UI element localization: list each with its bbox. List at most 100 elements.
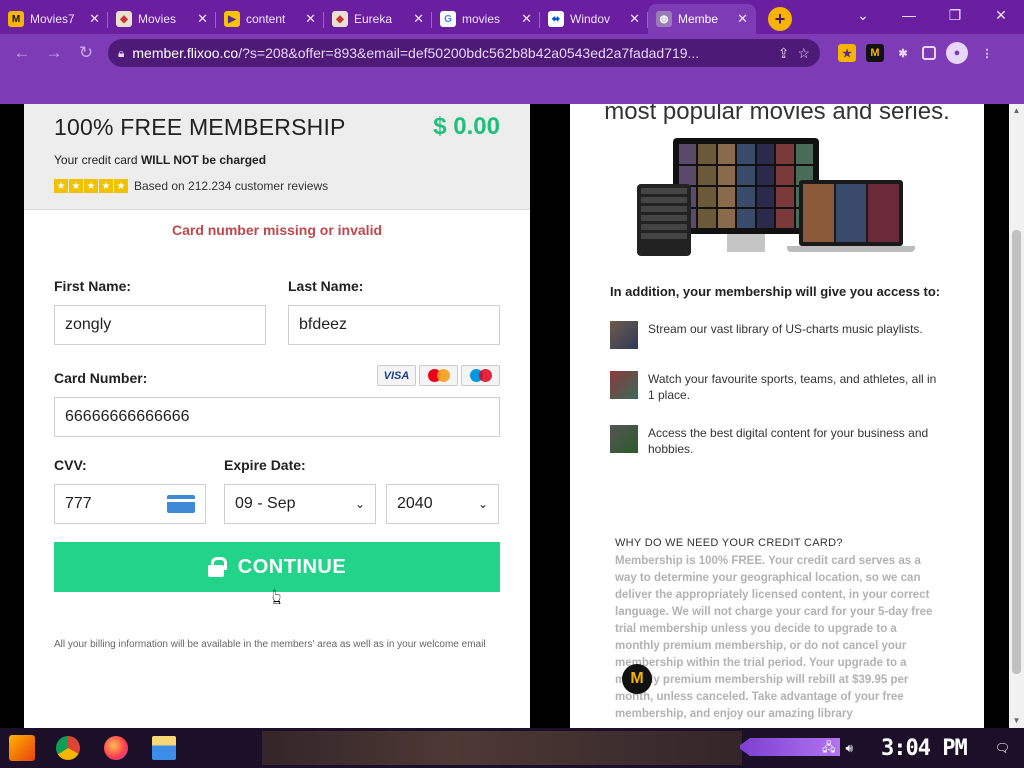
windows-taskbar: 🖧︎ 🔊︎ 3:04 PM 🗨︎ <box>0 728 1024 768</box>
browser-tab[interactable]: Gmovies ✕ <box>432 4 540 34</box>
feature-sports: Watch your favourite sports, teams, and … <box>610 371 944 403</box>
restore-icon[interactable]: ❐ <box>932 0 978 30</box>
tab-favicon-icon: ◆ <box>332 11 348 27</box>
close-window-icon[interactable]: ✕ <box>978 0 1024 30</box>
charge-notice-prefix: Your credit card <box>54 153 141 167</box>
url-path: /?s=208&offer=893&email=def50200bdc562b8… <box>238 45 700 61</box>
close-tab-icon[interactable]: ✕ <box>521 11 532 27</box>
offer-price: $ 0.00 <box>433 113 500 140</box>
close-tab-icon[interactable]: ✕ <box>89 11 100 27</box>
cvv-value: 777 <box>65 495 92 512</box>
feature-text: Watch your favourite sports, teams, and … <box>648 372 937 402</box>
browser-tab[interactable]: ▶ content ✕ <box>216 4 324 34</box>
bookmark-star-icon[interactable]: ☆ <box>797 45 810 62</box>
close-tab-icon[interactable]: ✕ <box>413 11 424 27</box>
lock-icon: 🔒︎ <box>118 45 125 60</box>
tab-title: Windov <box>570 12 611 26</box>
browser-tab[interactable]: ◍ Membe ✕ <box>648 4 756 34</box>
chevron-down-icon: ⌄ <box>477 497 488 511</box>
tab-favicon-icon: G <box>440 11 456 27</box>
forward-arrow-icon[interactable]: → <box>40 39 68 67</box>
address-bar[interactable]: 🔒︎ member.flixoo.co/?s=208&offer=893&ema… <box>108 39 820 67</box>
tab-favicon-icon: M <box>8 11 24 27</box>
scroll-down-icon[interactable]: ▼ <box>1009 714 1024 728</box>
benefits-intro: In addition, your membership will give y… <box>610 284 941 299</box>
browser-tab[interactable]: ◆ Eureka ✕ <box>324 4 432 34</box>
card-brand-logos: VISA <box>377 365 500 386</box>
page-header-strip <box>0 72 1024 104</box>
url-text[interactable]: member.flixoo.co/?s=208&offer=893&email=… <box>132 45 769 61</box>
start-logo-icon <box>9 735 35 761</box>
star-icon: ★ <box>114 179 128 193</box>
cvv-field[interactable]: 777 <box>54 484 206 524</box>
tab-favicon-icon: ◍ <box>656 11 672 27</box>
share-icon[interactable]: ⇪ <box>778 45 790 62</box>
first-name-field[interactable]: zongly <box>54 305 266 345</box>
music-thumbnail <box>610 321 638 349</box>
puzzle-icon[interactable]: ✱ <box>894 44 912 62</box>
card-number-field[interactable]: 66666666666666 <box>54 397 500 437</box>
padlock-icon <box>207 557 227 577</box>
reload-icon[interactable]: ↻ <box>72 39 100 67</box>
tab-title: Membe <box>678 12 719 26</box>
digital-thumbnail <box>610 425 638 453</box>
tab-title: Movies <box>138 12 177 26</box>
browser-toolbar: ← → ↻ 🔒︎ member.flixoo.co/?s=208&offer=8… <box>0 34 1024 72</box>
tab-favicon-icon: ▶ <box>224 11 240 27</box>
signup-card: 100% FREE MEMBERSHIP $ 0.00 Your credit … <box>24 104 530 728</box>
chevron-down-icon: ⌄ <box>354 497 365 511</box>
extension-icon[interactable]: ★ <box>838 44 856 62</box>
monitor-image <box>673 138 819 234</box>
browser-tab[interactable]: ◆ Movies ✕ <box>108 4 216 34</box>
expire-year-select[interactable]: 2040 ⌄ <box>386 484 499 524</box>
movies-extension-icon[interactable]: M <box>866 44 884 62</box>
new-tab-button[interactable]: + <box>768 7 792 31</box>
billing-note: All your billing information will be ava… <box>54 639 486 650</box>
back-arrow-icon[interactable]: ← <box>8 39 36 67</box>
profile-avatar-icon[interactable]: ● <box>946 42 968 64</box>
hand-cursor-icon: 👆︎ <box>272 584 282 609</box>
last-name-field[interactable]: bfdeez <box>288 305 500 345</box>
scrollbar-thumb[interactable] <box>1012 230 1021 674</box>
expire-date-label: Expire Date: <box>224 457 306 473</box>
star-icon: ★ <box>69 179 83 193</box>
chrome-icon[interactable] <box>44 728 92 768</box>
browser-tab[interactable]: M Movies7 ✕ <box>0 4 108 34</box>
start-button[interactable] <box>0 728 44 768</box>
m-logo-badge-icon[interactable]: M <box>622 664 652 694</box>
tab-title: content <box>246 12 286 26</box>
scroll-up-icon[interactable]: ▲ <box>1009 104 1024 118</box>
notifications-icon[interactable]: 🗨︎ <box>995 741 1010 755</box>
close-tab-icon[interactable]: ✕ <box>197 11 208 27</box>
tab-title: Movies7 <box>30 12 75 26</box>
firefox-icon[interactable] <box>92 728 140 768</box>
why-credit-card-title: WHY DO WE NEED YOUR CREDIT CARD? <box>615 537 843 549</box>
clock[interactable]: 3:04 PM <box>881 736 968 761</box>
page-scrollbar[interactable]: ▲ ▼ <box>1009 104 1024 728</box>
extensions-area: ★ M ✱ ● ⋮ <box>838 42 996 64</box>
tab-search-icon[interactable]: ⌄ <box>840 0 886 30</box>
feature-text: Stream our vast library of US-charts mus… <box>648 322 923 336</box>
close-tab-icon[interactable]: ✕ <box>737 11 748 27</box>
close-tab-icon[interactable]: ✕ <box>305 11 316 27</box>
devices-illustration <box>637 138 917 258</box>
mastercard-icon <box>419 365 458 386</box>
cvv-label: CVV: <box>54 457 87 473</box>
browser-tab[interactable]: ⬌ Windov ✕ <box>540 4 648 34</box>
card-error-message: Card number missing or invalid <box>171 222 383 238</box>
close-tab-icon[interactable]: ✕ <box>629 11 640 27</box>
feature-text: Access the best digital content for your… <box>648 426 929 456</box>
cvv-card-icon <box>167 495 195 513</box>
laptop-image <box>799 180 903 246</box>
card-number-label: Card Number: <box>54 370 148 386</box>
expire-month-select[interactable]: 09 - Sep ⌄ <box>224 484 376 524</box>
star-icon: ★ <box>84 179 98 193</box>
side-panel-icon[interactable] <box>922 46 936 60</box>
volume-icon[interactable]: 🔊︎ <box>845 741 853 756</box>
expire-year-value: 2040 <box>397 495 433 512</box>
browser-tab-strip: M Movies7 ✕ ◆ Movies ✕ ▶ content ✕ ◆ Eureka ✕ Gmovie… <box>0 0 1024 34</box>
minimize-icon[interactable]: — <box>886 0 932 30</box>
file-explorer-icon[interactable] <box>140 728 188 768</box>
menu-dots-icon[interactable]: ⋮ <box>978 44 996 62</box>
network-icon[interactable]: 🖧︎ <box>822 738 835 759</box>
